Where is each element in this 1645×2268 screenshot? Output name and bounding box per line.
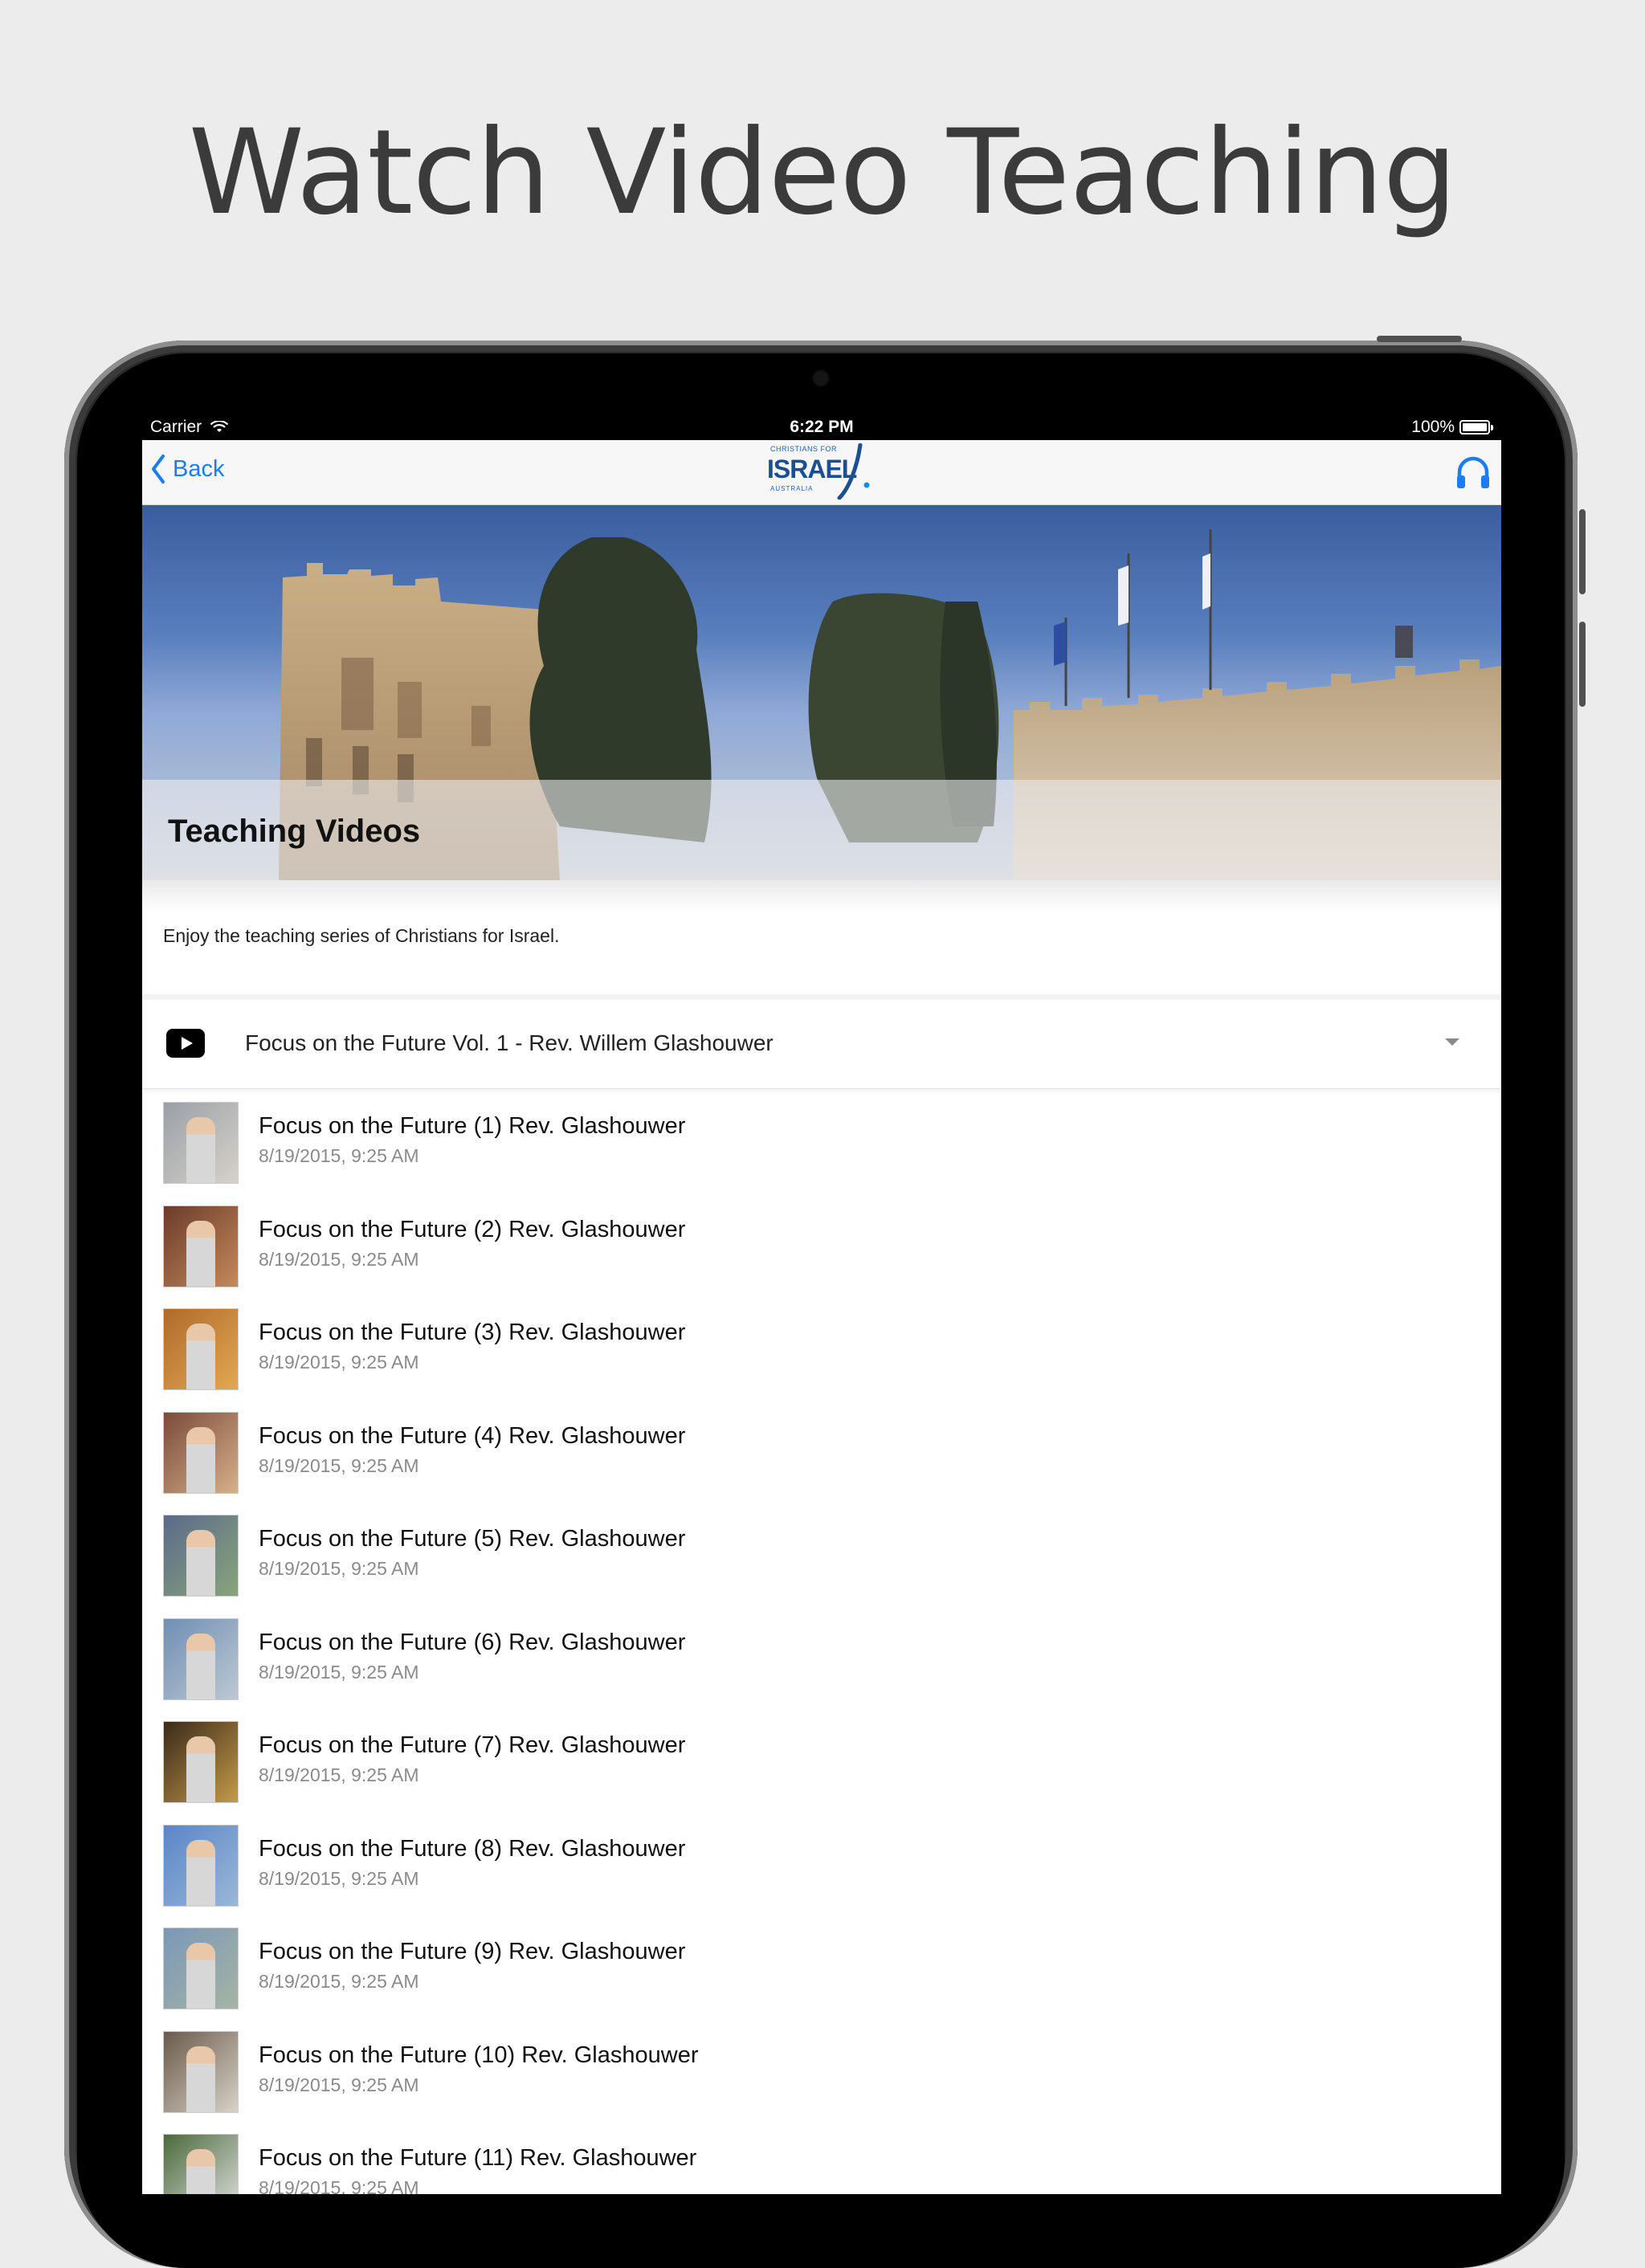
power-button [1579,509,1586,594]
thumbnail-speaker [186,1943,215,2009]
video-date: 8/19/2015, 9:25 AM [259,1971,419,1992]
thumbnail-speaker [186,1736,215,1802]
video-date: 8/19/2015, 9:25 AM [259,1145,419,1166]
video-list-item[interactable]: Focus on the Future (8) Rev. Glashouwer 8… [142,1815,1501,1919]
thumbnail-speaker [186,1426,215,1493]
video-title: Focus on the Future (3) Rev. Glashouwer [259,1320,686,1345]
video-list-item[interactable]: Focus on the Future (7) Rev. Glashouwer 8… [142,1711,1501,1815]
video-thumbnail [163,2134,239,2194]
chevron-left-icon [152,455,165,483]
christians-for-israel-logo: CHRISTIANS FOR ISRAEL AUSTRALIA [765,443,878,500]
headphones-icon[interactable] [1455,455,1492,490]
series-header[interactable]: Focus on the Future Vol. 1 - Rev. Willem… [142,1000,1501,1089]
video-list-item[interactable]: Focus on the Future (2) Rev. Glashouwer 8… [142,1196,1501,1299]
battery-percent: 100% [1411,418,1455,436]
app-screen: Back CHRISTIANS FOR ISRAEL AUSTRALIA Tea… [142,440,1501,2194]
camera-icon [814,371,828,385]
video-title: Focus on the Future (5) Rev. Glashouwer [259,1526,686,1552]
video-title: Focus on the Future (4) Rev. Glashouwer [259,1422,686,1449]
series-title: Focus on the Future Vol. 1 - Rev. Willem… [245,1030,774,1055]
video-thumbnail [163,1617,239,1700]
video-date: 8/19/2015, 9:25 AM [259,1867,419,1889]
logo-main-text: ISRAEL [767,455,857,483]
video-title: Focus on the Future (11) Rev. Glashouwer [259,2145,697,2171]
video-date: 8/19/2015, 9:25 AM [259,1248,419,1270]
video-list-item[interactable]: Focus on the Future (1) Rev. Glashouwer 8… [142,1092,1501,1196]
video-thumbnail [163,1515,239,1597]
hero-title: Teaching Videos [168,814,421,849]
video-date: 8/19/2015, 9:25 AM [259,1558,419,1579]
page-headline: Watch Video Teaching [188,104,1458,241]
video-date: 8/19/2015, 9:25 AM [259,1764,419,1785]
video-title: Focus on the Future (6) Rev. Glashouwer [259,1629,686,1655]
video-thumbnail [163,1411,239,1494]
thumbnail-speaker [186,1839,215,1906]
video-list-item[interactable]: Focus on the Future (9) Rev. Glashouwer 8… [142,1918,1501,2021]
dropdown-caret-icon[interactable] [1445,1038,1459,1046]
video-thumbnail [163,1205,239,1287]
thumbnail-speaker [186,1633,215,1699]
video-thumbnail [163,1102,239,1184]
hero-banner: Teaching Videos [142,505,1501,880]
youtube-play-icon [166,1029,205,1058]
video-list: Focus on the Future (1) Rev. Glashouwer 8… [142,1092,1501,2194]
video-date: 8/19/2015, 9:25 AM [259,2177,419,2194]
back-button[interactable]: Back [150,453,224,485]
video-thumbnail [163,1824,239,1907]
clock: 6:22 PM [790,418,854,436]
video-thumbnail [163,1927,239,2009]
video-title: Focus on the Future (2) Rev. Glashouwer [259,1216,686,1242]
video-date: 8/19/2015, 9:25 AM [259,1661,419,1683]
video-title: Focus on the Future (9) Rev. Glashouwer [259,1939,686,1964]
video-thumbnail [163,1308,239,1390]
video-list-item[interactable]: Focus on the Future (11) Rev. Glashouwer… [142,2124,1501,2194]
volume-button [1579,622,1586,707]
thumbnail-speaker [186,1220,215,1287]
video-title: Focus on the Future (8) Rev. Glashouwer [259,1835,686,1862]
video-list-item[interactable]: Focus on the Future (10) Rev. Glashouwer… [142,2021,1501,2125]
video-thumbnail [163,1721,239,1803]
battery-icon [1459,420,1490,434]
video-date: 8/19/2015, 9:25 AM [259,1454,419,1476]
video-title: Focus on the Future (7) Rev. Glashouwer [259,1732,686,1758]
video-date: 8/19/2015, 9:25 AM [259,1352,419,1373]
video-title: Focus on the Future (10) Rev. Glashouwer [259,2042,699,2068]
battery-status: 100% [1411,418,1493,437]
video-list-item[interactable]: Focus on the Future (5) Rev. Glashouwer 8… [142,1505,1501,1609]
top-button [1377,336,1462,342]
video-thumbnail [163,2030,239,2113]
thumbnail-speaker [186,1117,215,1183]
video-title: Focus on the Future (1) Rev. Glashouwer [259,1113,686,1139]
logo-top-text: CHRISTIANS FOR [770,445,838,453]
battery-tip [1491,424,1493,430]
logo-bottom-text: AUSTRALIA [770,485,814,492]
video-list-item[interactable]: Focus on the Future (3) Rev. Glashouwer 8… [142,1299,1501,1402]
thumbnail-speaker [186,2149,215,2194]
video-date: 8/19/2015, 9:25 AM [259,2074,419,2095]
back-label: Back [173,455,225,482]
intro-shadow [142,880,1501,912]
intro-text: Enjoy the teaching series of Christians … [163,925,560,946]
video-list-item[interactable]: Focus on the Future (4) Rev. Glashouwer 8… [142,1402,1501,1506]
thumbnail-speaker [186,1324,215,1389]
video-list-item[interactable]: Focus on the Future (6) Rev. Glashouwer 8… [142,1609,1501,1712]
navigation-bar: Back CHRISTIANS FOR ISRAEL AUSTRALIA [142,440,1501,505]
thumbnail-speaker [186,2046,215,2112]
thumbnail-speaker [186,1530,215,1596]
status-bar: Carrier 6:22 PM 100% [142,410,1501,440]
